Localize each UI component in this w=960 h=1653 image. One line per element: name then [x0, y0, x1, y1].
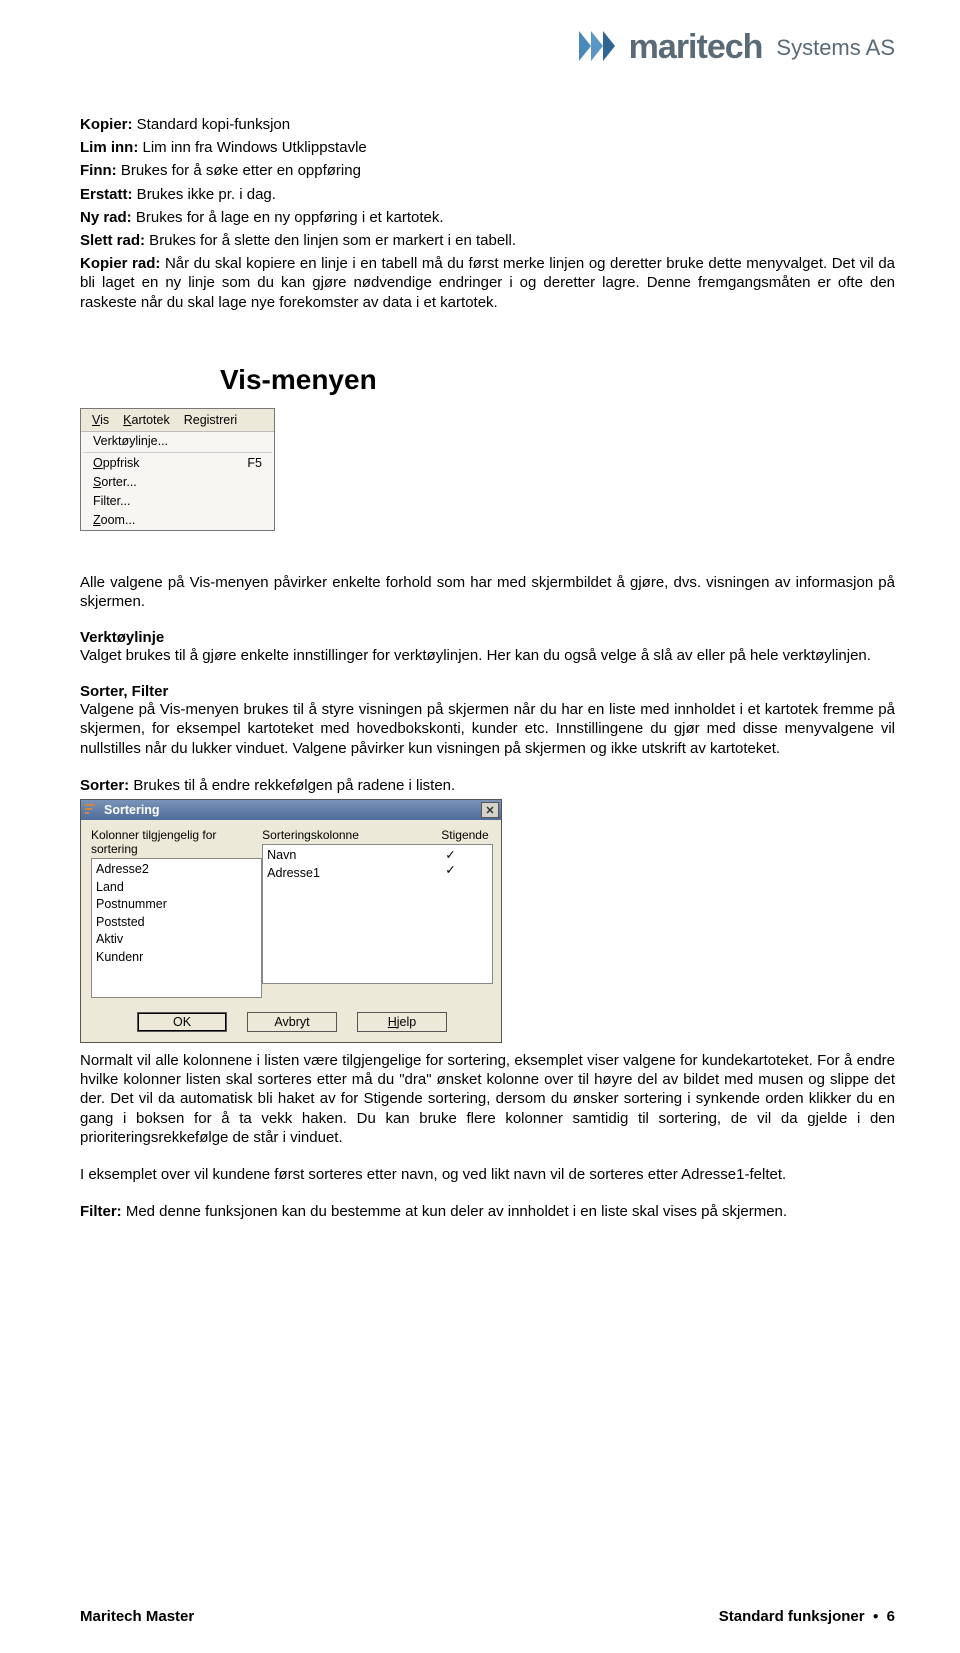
list-item[interactable]: Adresse1 — [267, 865, 437, 883]
finn-text: Brukes for å søke etter en oppføring — [117, 162, 361, 179]
available-label: Kolonner tilgjengelig for sortering — [91, 828, 262, 856]
menu-kartotek[interactable]: Kartotek — [116, 412, 177, 428]
ascending-label: Stigende — [441, 828, 493, 842]
menu-registreri[interactable]: Registreri — [177, 412, 245, 428]
sorter-label: Sorter: — [80, 777, 129, 794]
section-title-vis-menyen: Vis-menyen — [220, 364, 895, 396]
dialog-title: Sortering — [104, 803, 160, 817]
para-sorter-filter: Valgene på Vis-menyen brukes til å styre… — [80, 700, 895, 758]
close-button[interactable]: ✕ — [481, 802, 499, 818]
sortering-dialog: Sortering ✕ Kolonner tilgjengelig for so… — [80, 799, 502, 1043]
dialog-titlebar: Sortering ✕ — [81, 800, 501, 820]
menu-dropdown: Verktøylinje... Oppfrisk F5 Sorter... Fi… — [81, 431, 274, 530]
menu-item-sorter[interactable]: Sorter... — [81, 473, 274, 492]
company-text: Systems AS — [776, 35, 895, 61]
list-item[interactable]: Navn — [267, 847, 437, 865]
bullet-icon: ● — [873, 1611, 879, 1622]
ok-button[interactable]: OK — [137, 1012, 227, 1032]
close-icon: ✕ — [485, 804, 494, 817]
sorter-text: Brukes til å endre rekkefølgen på radene… — [129, 777, 455, 794]
menu-item-label: Sorter... — [93, 475, 137, 489]
menu-item-label: Oppfrisk — [93, 456, 140, 470]
menu-item-zoom[interactable]: Zoom... — [81, 511, 274, 530]
page-header: maritech Systems AS — [80, 28, 895, 67]
cancel-button[interactable]: Avbryt — [247, 1012, 337, 1032]
list-item[interactable]: Aktiv — [96, 931, 257, 949]
available-listbox[interactable]: Adresse2 Land Postnummer Poststed Aktiv … — [91, 858, 262, 998]
checkbox-checked-icon[interactable]: ✓ — [445, 862, 488, 877]
footer-left: Maritech Master — [80, 1608, 194, 1625]
slettrad-label: Slett rad: — [80, 232, 145, 249]
footer-right-text: Standard funksjoner — [719, 1608, 865, 1625]
liminn-text: Lim inn fra Windows Utklippstavle — [138, 139, 366, 156]
para-eksemplet: I eksemplet over vil kundene først sorte… — [80, 1165, 895, 1184]
erstatt-text: Brukes ikke pr. i dag. — [133, 186, 276, 203]
page-number: 6 — [887, 1608, 895, 1625]
checkbox-checked-icon[interactable]: ✓ — [445, 847, 488, 862]
kopier-text: Standard kopi-funksjon — [133, 116, 291, 133]
filter-label: Filter: — [80, 1203, 122, 1220]
logo-icon — [577, 31, 621, 65]
para-vis-intro: Alle valgene på Vis-menyen påvirker enke… — [80, 573, 895, 611]
sort-icon — [85, 803, 99, 818]
list-item[interactable]: Kundenr — [96, 949, 257, 967]
nyrad-label: Ny rad: — [80, 209, 132, 226]
selected-label: Sorteringskolonne — [262, 828, 441, 842]
menu-item-shortcut: F5 — [247, 456, 262, 470]
list-item[interactable]: Adresse2 — [96, 861, 257, 879]
vis-menu-figure: Vis Kartotek Registreri Verktøylinje... … — [80, 408, 275, 531]
list-item[interactable]: Postnummer — [96, 896, 257, 914]
help-button[interactable]: Hjelp — [357, 1012, 447, 1032]
kopierrad-label: Kopier rad: — [80, 255, 160, 272]
menu-item-oppfrisk[interactable]: Oppfrisk F5 — [81, 454, 274, 473]
list-item[interactable]: Poststed — [96, 914, 257, 932]
finn-label: Finn: — [80, 162, 117, 179]
menu-item-verktoylinje[interactable]: Verktøylinje... — [81, 432, 274, 451]
nyrad-text: Brukes for å lage en ny oppføring i et k… — [132, 209, 444, 226]
filter-text: Med denne funksjonen kan du bestemme at … — [122, 1203, 787, 1220]
erstatt-label: Erstatt: — [80, 186, 133, 203]
subhead-verktoylinje: Verktøylinje — [80, 629, 895, 646]
page-footer: Maritech Master Standard funksjoner ● 6 — [80, 1608, 895, 1625]
menu-item-label: Filter... — [93, 494, 131, 508]
menu-divider — [83, 452, 272, 453]
menu-item-label: Verktøylinje... — [93, 434, 168, 448]
kopier-label: Kopier: — [80, 116, 133, 133]
liminn-label: Lim inn: — [80, 139, 138, 156]
para-verktoylinje: Valget brukes til å gjøre enkelte innsti… — [80, 646, 895, 665]
para-normalt: Normalt vil alle kolonnene i listen være… — [80, 1051, 895, 1147]
list-item[interactable]: Land — [96, 879, 257, 897]
menu-bar: Vis Kartotek Registreri — [81, 409, 274, 431]
menu-vis[interactable]: Vis — [85, 412, 116, 428]
menu-item-filter[interactable]: Filter... — [81, 492, 274, 511]
intro-block: Kopier: Standard kopi-funksjon Lim inn: … — [80, 115, 895, 312]
kopierrad-text: Når du skal kopiere en linje i en tabell… — [80, 255, 895, 310]
selected-listbox[interactable]: Navn Adresse1 — [262, 844, 441, 984]
subhead-sorter-filter: Sorter, Filter — [80, 683, 895, 700]
brand-text: maritech — [629, 28, 763, 67]
slettrad-text: Brukes for å slette den linjen som er ma… — [145, 232, 516, 249]
menu-item-label: Zoom... — [93, 513, 135, 527]
ascending-column: ✓ ✓ — [441, 844, 493, 984]
